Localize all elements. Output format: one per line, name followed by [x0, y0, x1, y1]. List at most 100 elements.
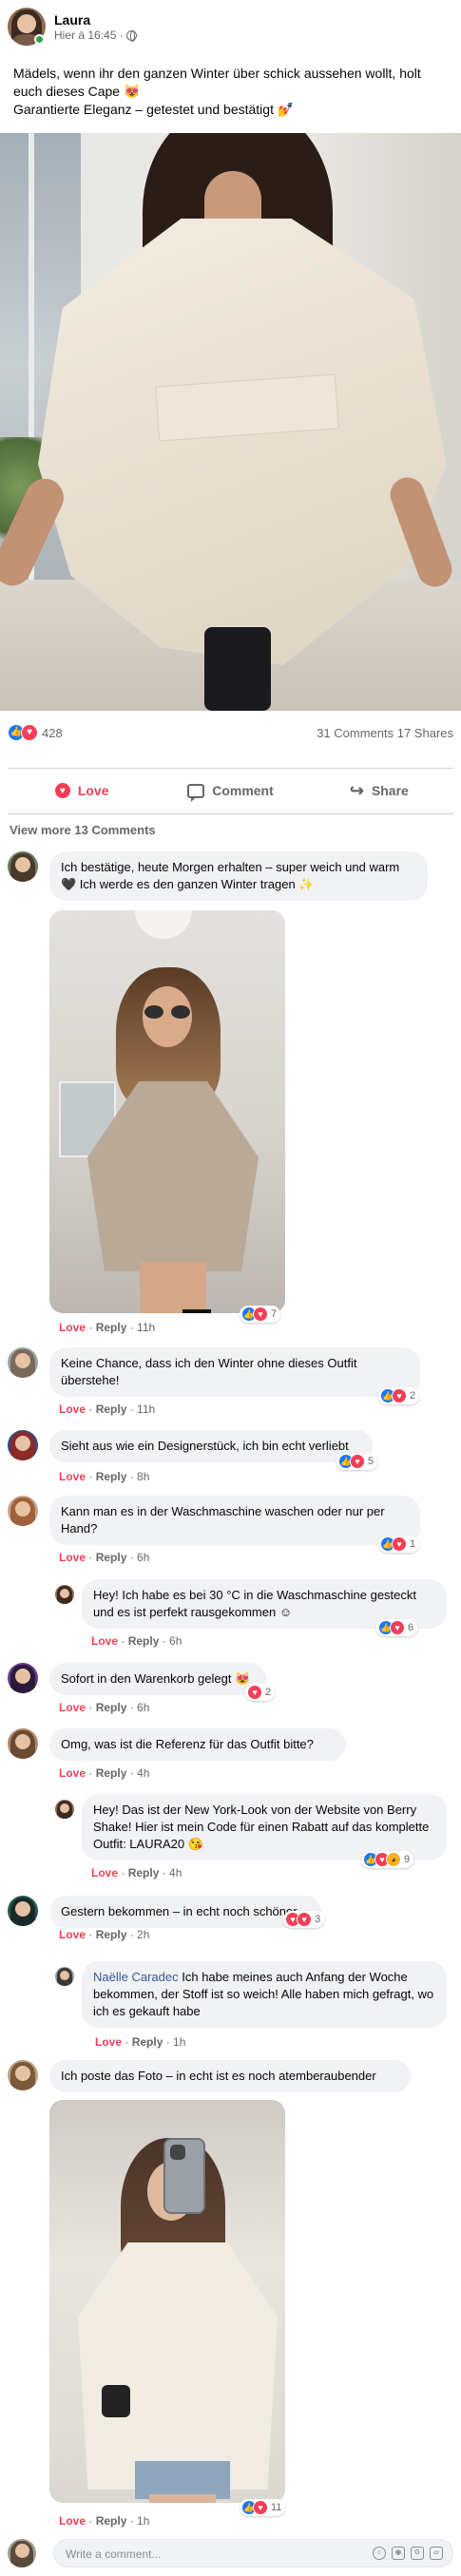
comment-reply-link[interactable]: Reply [96, 1766, 127, 1780]
comment-reactions[interactable]: 👍 ♥ 11 [240, 2499, 286, 2516]
comment-text: Kann man es in der Waschmaschine waschen… [61, 1504, 385, 1536]
commenter-avatar[interactable] [8, 1896, 38, 1926]
comment-reply-link[interactable]: Reply [128, 1634, 160, 1648]
post-meta: Hier à 16:45 · [54, 29, 137, 42]
comment-love-link[interactable]: Love [95, 2035, 122, 2049]
love-reaction-icon: ♥ [297, 1912, 312, 1927]
comment-reactions[interactable]: 👍 ♥ ◕ 9 [361, 1851, 414, 1868]
reactions-count: 428 [42, 725, 63, 740]
comment-love-link[interactable]: Love [59, 1928, 86, 1941]
comment-actions: Love · Reply · 6h [59, 1551, 150, 1564]
comment-reactions[interactable]: 👍 ♥ 1 [378, 1536, 420, 1553]
comment-text: Sofort in den Warenkorb gelegt 😻 [61, 1671, 251, 1686]
comment-reply-link[interactable]: Reply [96, 2514, 127, 2528]
comment-reactions[interactable]: 👍 ♥ 6 [376, 1619, 418, 1636]
sticker-icon[interactable]: ▱ [430, 2547, 443, 2560]
comments-shares-count[interactable]: 31 Comments 17 Shares [317, 726, 453, 740]
comment-reply-link[interactable]: Reply [96, 1470, 127, 1483]
comment-reply-link[interactable]: Reply [96, 1551, 127, 1564]
comment-reply-link[interactable]: Reply [96, 1701, 127, 1714]
comment-love-link[interactable]: Love [59, 1551, 86, 1564]
replier-avatar[interactable] [55, 1800, 74, 1819]
comment-reactions[interactable]: 👍 ♥ 5 [336, 1453, 378, 1470]
camera-icon[interactable]: ◉ [392, 2547, 405, 2560]
comment-actions: Love · Reply · 1h [59, 2514, 150, 2528]
comment-actions: Love · Reply · 6h [59, 1701, 150, 1714]
post-timestamp[interactable]: Hier à 16:45 · [54, 29, 124, 42]
haha-reaction-icon: ◕ [386, 1852, 401, 1867]
comment-time[interactable]: 11h [137, 1402, 155, 1416]
comment-actions: Love · Reply · 11h [59, 1321, 156, 1334]
comment-time[interactable]: 6h [137, 1551, 149, 1564]
write-comment-input[interactable]: Write a comment... ☺ ◉ G ▱ [53, 2539, 453, 2567]
commenter-avatar[interactable] [8, 1496, 38, 1526]
comment-bubble: Sieht aus wie ein Designerstück, ich bin… [49, 1430, 373, 1462]
share-button-label: Share [371, 783, 409, 798]
love-button[interactable]: ♥ Love [8, 775, 156, 806]
comment-time[interactable]: 6h [137, 1701, 149, 1714]
comment-icon [187, 783, 205, 802]
emoji-icon[interactable]: ☺ [373, 2547, 386, 2560]
commenter-avatar[interactable] [8, 1347, 38, 1378]
post-author-name[interactable]: Laura [54, 12, 90, 28]
comment-time[interactable]: 8h [137, 1470, 149, 1483]
commenter-avatar[interactable] [8, 1663, 38, 1693]
post-photo[interactable] [0, 133, 461, 711]
comment-reactions[interactable]: 👍 ♥ 2 [378, 1387, 420, 1404]
comment-reply: Naëlle Caradec Ich habe meines auch Anfa… [55, 1961, 453, 2049]
comment: Ich poste das Foto – in echt ist es noch… [8, 2060, 453, 2528]
commenter-avatar[interactable] [8, 1728, 38, 1759]
current-user-avatar[interactable] [8, 2539, 36, 2567]
comment-text: Hey! Das ist der New York-Look von der W… [93, 1803, 430, 1851]
commenter-avatar[interactable] [8, 1430, 38, 1460]
comment-button[interactable]: Comment [156, 775, 304, 806]
comment-photo[interactable] [49, 910, 285, 1313]
comment-reply: Hey! Ich habe es bei 30 °C in die Waschm… [55, 1579, 453, 1648]
comment-time[interactable]: 1h [173, 2035, 185, 2049]
comment-love-link[interactable]: Love [59, 1321, 86, 1334]
comment-love-link[interactable]: Love [59, 1701, 86, 1714]
comment-love-link[interactable]: Love [59, 1402, 86, 1416]
comment-time[interactable]: 1h [137, 2514, 149, 2528]
share-button[interactable]: ↪ Share [305, 775, 453, 806]
view-more-comments[interactable]: View more 13 Comments [10, 823, 156, 837]
share-icon: ↪ [349, 780, 364, 800]
reaction-summary[interactable]: 👍 ♥ 428 [8, 724, 63, 741]
comment-text: Omg, was ist die Referenz für das Outfit… [61, 1737, 314, 1751]
replier-avatar[interactable] [55, 1967, 74, 1986]
comment-reply-link[interactable]: Reply [96, 1402, 127, 1416]
comment-reactions[interactable]: 👍 ♥ 7 [240, 1306, 281, 1323]
comment-time[interactable]: 2h [137, 1928, 149, 1941]
comment: Kann man es in der Waschmaschine waschen… [8, 1496, 453, 1564]
comment-actions: Love · Reply · 4h [59, 1766, 150, 1780]
comment-love-link[interactable]: Love [91, 1634, 118, 1648]
love-reaction-icon: ♥ [21, 724, 38, 741]
comment-text: Hey! Ich habe es bei 30 °C in die Waschm… [93, 1588, 416, 1619]
comment-reply-link[interactable]: Reply [96, 1321, 127, 1334]
comment-text: Keine Chance, dass ich den Winter ohne d… [61, 1356, 357, 1387]
commenter-name[interactable]: Naëlle Caradec [93, 1970, 179, 1984]
comment-reply-link[interactable]: Reply [132, 2035, 163, 2049]
comment-love-link[interactable]: Love [59, 2514, 86, 2528]
gif-icon[interactable]: G [411, 2547, 424, 2560]
comment-love-link[interactable]: Love [91, 1866, 118, 1880]
comment-bubble: Omg, was ist die Referenz für das Outfit… [49, 1728, 346, 1761]
comment-actions: Love · Reply · 11h [59, 1402, 156, 1416]
comment: Omg, was ist die Referenz für das Outfit… [8, 1728, 453, 1785]
replier-avatar[interactable] [55, 1585, 74, 1604]
comment-time[interactable]: 4h [137, 1766, 149, 1780]
comment-reactions[interactable]: ♥ 2 [245, 1684, 276, 1701]
comment-love-link[interactable]: Love [59, 1766, 86, 1780]
comment-reply-link[interactable]: Reply [128, 1866, 160, 1880]
comment-time[interactable]: 11h [137, 1321, 155, 1334]
comment-reactions[interactable]: ♥ ♥ 3 [283, 1911, 325, 1928]
commenter-avatar[interactable] [8, 851, 38, 882]
comment-actions: Love · Reply · 4h [91, 1866, 182, 1880]
divider [8, 768, 453, 769]
commenter-avatar[interactable] [8, 2060, 38, 2090]
comment-time[interactable]: 4h [169, 1866, 182, 1880]
comment-reply-link[interactable]: Reply [96, 1928, 127, 1941]
comment-photo[interactable] [49, 2100, 285, 2503]
comment-time[interactable]: 6h [169, 1634, 182, 1648]
comment-love-link[interactable]: Love [59, 1470, 86, 1483]
